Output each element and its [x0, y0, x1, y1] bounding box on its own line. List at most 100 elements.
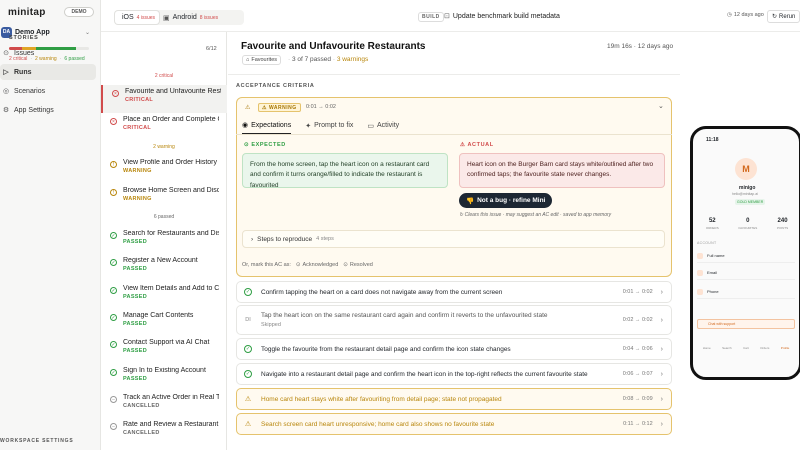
nav-app-settings[interactable]: ⚙ App Settings	[0, 102, 96, 118]
story-item[interactable]: ✓ Sign In to Existing Account PASSED	[101, 364, 227, 392]
group-label-passed: 6 passed	[153, 214, 175, 220]
stories-title: STORIES	[9, 35, 39, 41]
rerun-label: Rerun	[779, 13, 796, 20]
workspace-settings-label[interactable]: WORKSPACE SETTINGS	[0, 438, 73, 444]
chevron-up-icon[interactable]: ⌄	[658, 102, 664, 110]
build-name: Update benchmark build metadata	[452, 12, 560, 20]
story-status: PASSED	[123, 348, 148, 354]
stat-value: 52	[708, 218, 716, 224]
build-selector[interactable]: ⊡ Update benchmark build metadata	[444, 12, 560, 21]
story-item[interactable]: × Place an Order and Complete Checkout C…	[101, 113, 227, 141]
story-title: Favourite and Unfavourite Restaurants	[125, 88, 221, 95]
story-item[interactable]: – Rate and Review a Restaurant CANCELLED	[101, 418, 227, 446]
ac-row-time: 0:01 → 0:02	[622, 289, 653, 295]
ac-row-content: Tap the heart icon on the same restauran…	[261, 312, 623, 328]
chevron-right-icon: ›	[660, 316, 663, 324]
tab-label: iOS	[122, 14, 134, 21]
ac-row[interactable]: ✓ Navigate into a restaurant detail page…	[236, 363, 672, 385]
refresh-icon: ↻	[772, 14, 778, 20]
story-title: Track an Active Order in Real Time	[123, 394, 219, 401]
tab-android[interactable]: ▣ Android 8 issues	[159, 11, 222, 24]
ac-time: 0:01 → 0:02	[306, 104, 336, 110]
story-status: CRITICAL	[125, 97, 154, 103]
nav-label: Scenarios	[14, 87, 46, 95]
story-item[interactable]: ✓ View Item Details and Add to Cart PASS…	[101, 282, 227, 310]
chevron-right-icon: ›	[660, 345, 663, 353]
ac-row-text: Tap the heart icon on the same restauran…	[261, 312, 548, 319]
story-item[interactable]: – Track an Active Order in Real Time CAN…	[101, 391, 227, 419]
page-title: Favourite and Unfavourite Restaurants	[241, 41, 426, 52]
check-icon: ✓	[244, 288, 252, 296]
cancelled-icon: –	[110, 396, 117, 403]
alert-icon: ⚠	[460, 142, 466, 148]
check-icon: ✓	[110, 232, 117, 239]
phone-row-label: Full name	[707, 253, 725, 258]
critical-icon: ×	[112, 90, 119, 97]
story-item[interactable]: ✓ Register a New Account PASSED	[101, 254, 227, 282]
nav-label: Runs	[14, 68, 32, 76]
tab-label: Prompt to fix	[314, 122, 354, 129]
check-circle-icon: ⊙	[244, 142, 250, 148]
ac-row[interactable]: DI Tap the heart icon on the same restau…	[236, 305, 672, 335]
tab-prompt-to-fix[interactable]: ✦ Prompt to fix	[305, 121, 353, 134]
steps-to-reproduce[interactable]: › Steps to reproduce 4 steps	[242, 230, 665, 248]
phone-row: Phone	[697, 285, 795, 299]
story-status: PASSED	[123, 376, 148, 382]
resolved-label: Resolved	[349, 262, 373, 268]
story-status: CRITICAL	[123, 125, 152, 131]
tab-ios[interactable]: iOS 4 issues	[115, 11, 160, 24]
actual-label-text: ACTUAL	[467, 142, 494, 148]
check-circle-icon: ⊙	[295, 262, 301, 268]
critical-icon: ×	[110, 118, 117, 125]
acknowledged-option[interactable]: ⊙ Acknowledged	[296, 262, 338, 268]
ac-row-time: 0:06 → 0:07	[622, 371, 653, 377]
story-item[interactable]: ! Browse Home Screen and Discover WARNIN…	[101, 184, 227, 212]
story-title: View Item Details and Add to Cart	[123, 285, 219, 292]
nav-runs[interactable]: ▷ Runs	[0, 64, 96, 80]
clock-icon: ◷	[727, 12, 732, 18]
edit-icon[interactable]: ✎	[389, 43, 396, 52]
resolved-option[interactable]: ⊙ Resolved	[343, 262, 373, 268]
tab-expectations[interactable]: ◉ Expectations	[242, 121, 292, 134]
status-badge-label: WARNING	[268, 104, 297, 111]
phone-icon	[697, 288, 703, 295]
platform-tabs: iOS 4 issues ▣ Android 8 issues	[115, 10, 244, 25]
story-passed-summary: · 3 of 7 passed · 3 warnings	[288, 56, 369, 63]
story-item[interactable]: ✓ Search for Restaurants and Dishes PASS…	[101, 227, 227, 255]
runs-icon: ▷	[3, 69, 9, 76]
story-item[interactable]: ✓ Manage Cart Contents PASSED	[101, 309, 227, 337]
story-item[interactable]: × Favourite and Unfavourite Restaurants …	[101, 85, 227, 113]
story-title: Search for Restaurants and Dishes	[123, 230, 219, 237]
ac-row-text: Toggle the favourite from the restaurant…	[261, 345, 511, 353]
ac-row[interactable]: ✓ Confirm tapping the heart on a card do…	[236, 281, 672, 303]
status-badge: ⚠ WARNING	[258, 103, 301, 112]
story-status: PASSED	[123, 266, 148, 272]
phone-support-banner: Chat with support	[697, 319, 795, 329]
summary-warning: 2 warning	[35, 56, 57, 62]
tag-icon: ⌂	[246, 57, 250, 63]
expected-text: From the home screen, tap the heart icon…	[242, 153, 448, 189]
story-item[interactable]: ✓ Contact Support via AI Chat PASSED	[101, 336, 227, 364]
story-title: Contact Support via AI Chat	[123, 339, 210, 346]
warning-icon: !	[110, 189, 117, 196]
expected-label: ⊙ EXPECTED	[244, 142, 286, 148]
nav-scenarios[interactable]: ◎ Scenarios	[0, 83, 96, 99]
chevron-right-icon: ›	[660, 395, 663, 403]
refresh-icon: ↻	[459, 212, 464, 218]
mail-icon	[697, 269, 703, 276]
settings-icon: ⚙	[2, 107, 10, 114]
tab-activity[interactable]: ▭ Activity	[367, 121, 399, 134]
group-label-critical: 2 critical	[154, 73, 174, 79]
story-item[interactable]: ! View Profile and Order History WARNING	[101, 156, 227, 184]
ac-row[interactable]: ⚠ Search screen card heart unresponsive;…	[236, 413, 672, 435]
phone-tab: Cart	[743, 346, 749, 350]
story-title: Sign In to Existing Account	[123, 367, 206, 374]
story-tag-label: Favourites	[251, 57, 278, 63]
ac-row[interactable]: ⚠ Home card heart stays white after favo…	[236, 388, 672, 410]
check-icon: ✓	[110, 259, 117, 266]
rerun-button[interactable]: ↻ Rerun	[767, 10, 800, 23]
ac-row[interactable]: ✓ Toggle the favourite from the restaura…	[236, 338, 672, 360]
steps-count: 4 steps	[316, 236, 334, 242]
not-a-bug-button[interactable]: 👎 Not a bug · refine Mini	[459, 193, 553, 208]
story-meta-time: 19m 16s · 12 days ago	[607, 43, 674, 50]
